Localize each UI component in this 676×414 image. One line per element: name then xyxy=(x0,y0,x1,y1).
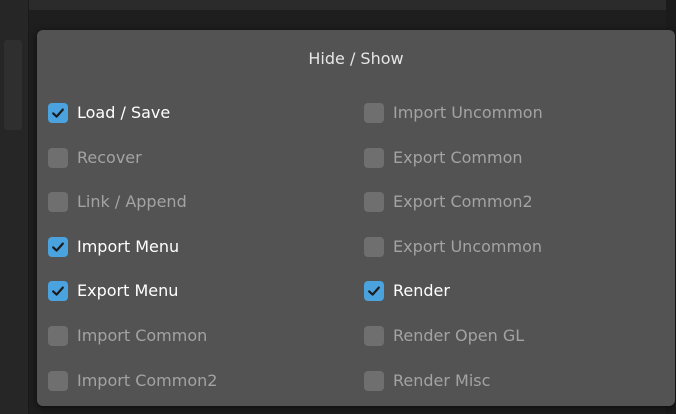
option-label: Import Menu xyxy=(77,237,180,256)
checkbox-unchecked[interactable] xyxy=(364,237,384,257)
checkbox-unchecked[interactable] xyxy=(364,148,384,168)
option-import-uncommon[interactable]: Import Uncommon xyxy=(364,101,543,125)
option-render-open-gl[interactable]: Render Open GL xyxy=(364,324,524,348)
option-export-common2[interactable]: Export Common2 xyxy=(364,190,533,214)
checkmark-icon xyxy=(52,242,64,252)
checkmark-icon xyxy=(52,286,64,296)
option-recover[interactable]: Recover xyxy=(48,146,142,170)
checkbox-checked[interactable] xyxy=(48,237,68,257)
checkbox-unchecked[interactable] xyxy=(48,192,68,212)
option-label: Export Menu xyxy=(77,281,179,300)
option-export-uncommon[interactable]: Export Uncommon xyxy=(364,235,542,259)
option-import-common[interactable]: Import Common xyxy=(48,324,207,348)
option-link-append[interactable]: Link / Append xyxy=(48,190,187,214)
checkbox-unchecked[interactable] xyxy=(48,326,68,346)
option-label: Render xyxy=(393,281,450,300)
checkbox-unchecked[interactable] xyxy=(364,371,384,391)
background-header xyxy=(0,0,676,10)
checkmark-icon xyxy=(52,108,64,118)
option-label: Export Uncommon xyxy=(393,237,542,256)
option-label: Import Uncommon xyxy=(393,103,543,122)
checkbox-unchecked[interactable] xyxy=(364,192,384,212)
option-label: Export Common xyxy=(393,148,523,167)
option-label: Render Misc xyxy=(393,371,491,390)
option-export-common[interactable]: Export Common xyxy=(364,146,523,170)
option-label: Export Common2 xyxy=(393,192,533,211)
checkbox-unchecked[interactable] xyxy=(48,371,68,391)
option-label: Link / Append xyxy=(77,192,187,211)
option-render-misc[interactable]: Render Misc xyxy=(364,369,490,393)
checkbox-checked[interactable] xyxy=(364,281,384,301)
option-label: Render Open GL xyxy=(393,326,525,345)
background-side-panel xyxy=(0,0,29,414)
checkmark-icon xyxy=(368,286,380,296)
option-export-menu[interactable]: Export Menu xyxy=(48,279,178,303)
popup-title: Hide / Show xyxy=(308,49,404,68)
checkbox-unchecked[interactable] xyxy=(364,103,384,123)
option-load-save[interactable]: Load / Save xyxy=(48,101,170,125)
checkbox-checked[interactable] xyxy=(48,281,68,301)
hide-show-popup: Hide / Show Load / Save Recover Link / App… xyxy=(37,30,675,406)
option-label: Import Common xyxy=(77,326,208,345)
option-import-common2[interactable]: Import Common2 xyxy=(48,369,217,393)
option-label: Import Common2 xyxy=(77,371,218,390)
option-render[interactable]: Render xyxy=(364,279,450,303)
checkbox-unchecked[interactable] xyxy=(48,148,68,168)
option-label: Recover xyxy=(77,148,142,167)
checkbox-checked[interactable] xyxy=(48,103,68,123)
option-import-menu[interactable]: Import Menu xyxy=(48,235,179,259)
background-side-tab xyxy=(4,40,22,130)
checkbox-unchecked[interactable] xyxy=(364,326,384,346)
option-label: Load / Save xyxy=(77,103,171,122)
